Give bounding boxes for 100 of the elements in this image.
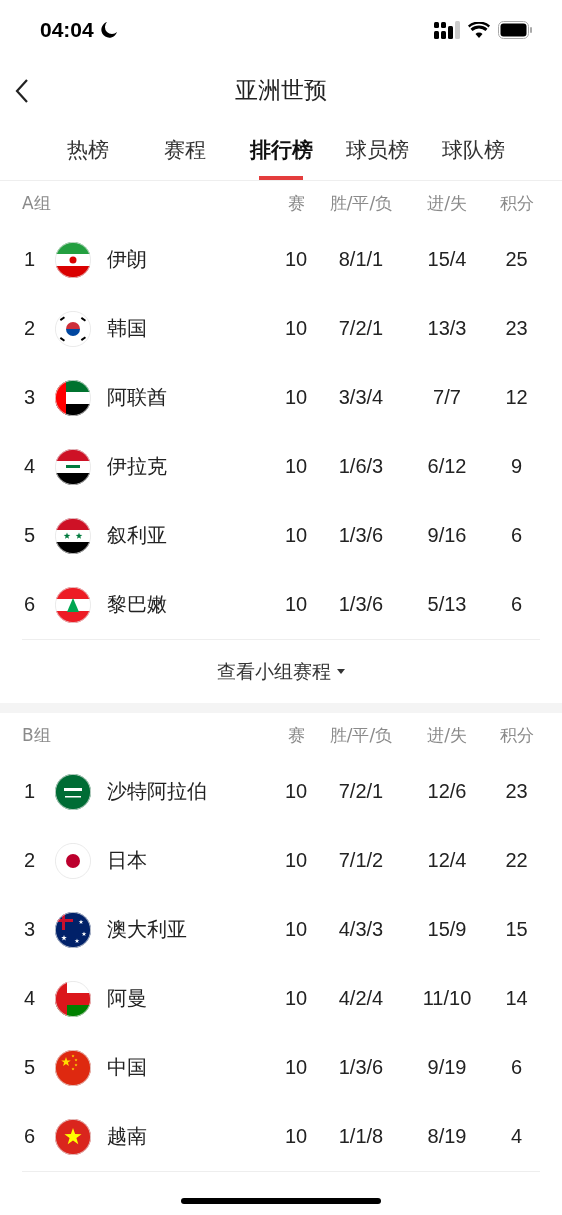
- table-cell-text: 1/1/8: [337, 1125, 385, 1148]
- rank: 4: [23, 455, 37, 478]
- table-cell-text: 12/4: [426, 849, 468, 872]
- table-cell-text: 1/3/6: [337, 1056, 385, 1079]
- table-cell-text: 23: [504, 780, 529, 803]
- rank: 4: [23, 987, 37, 1010]
- team-name: 沙特阿拉伯: [107, 778, 208, 805]
- table-cell-text: 3/3/4: [337, 386, 385, 409]
- table-cell-text: 4/3/3: [337, 918, 385, 941]
- table-cell-text: 10: [283, 386, 309, 409]
- team-name: 中国: [107, 1054, 148, 1081]
- team-name: 伊拉克: [107, 453, 168, 480]
- table-cell-text: 10: [283, 1125, 309, 1148]
- flag-icon: [55, 379, 91, 416]
- column-header: 进/失: [426, 191, 468, 215]
- table-cell-text: 7/2/1: [337, 317, 385, 340]
- rank: 2: [23, 849, 37, 872]
- column-header: 胜/平/负: [328, 191, 394, 215]
- rank: 5: [23, 524, 37, 547]
- table-cell-text: 13/3: [426, 317, 468, 340]
- tab[interactable]: 球队榜: [425, 120, 523, 180]
- flag-icon: [55, 448, 91, 485]
- tab[interactable]: 热榜: [40, 120, 137, 180]
- table-cell-text: 12/6: [426, 780, 468, 803]
- flag-icon: [55, 241, 91, 278]
- rank: 1: [23, 780, 37, 803]
- flag-icon: [55, 773, 91, 810]
- team-name: 日本: [107, 847, 148, 874]
- column-header: 积分: [498, 723, 535, 747]
- page-title: 亚洲世预: [235, 75, 327, 105]
- rank: 3: [23, 918, 37, 941]
- back-icon[interactable]: [14, 78, 30, 104]
- wifi-icon: [468, 22, 490, 38]
- table-cell-text: 8/1/1: [337, 248, 385, 271]
- table-cell-text: 12: [504, 386, 529, 409]
- team-name: 越南: [107, 1123, 148, 1150]
- table-cell-text: 6: [509, 524, 524, 547]
- team-name: 韩国: [107, 315, 148, 342]
- flag-icon: [55, 980, 91, 1017]
- table-cell-text: 15/4: [426, 248, 468, 271]
- table-cell-text: 7/1/2: [337, 849, 385, 872]
- table-cell-text: 4/2/4: [337, 987, 385, 1010]
- table-cell-text: 6: [509, 1056, 524, 1079]
- table-cell-text: 1/6/3: [337, 455, 385, 478]
- table-cell-text: 9/16: [426, 524, 468, 547]
- table-cell-text: 10: [283, 248, 309, 271]
- table-cell-text: 11/10: [421, 987, 473, 1010]
- group-name: A组: [22, 191, 52, 215]
- table-cell-text: 4: [509, 1125, 524, 1148]
- column-header: 进/失: [426, 723, 468, 747]
- flag-icon: [55, 1049, 91, 1086]
- table-cell-text: 10: [283, 1056, 309, 1079]
- team-name: 叙利亚: [107, 522, 168, 549]
- rank: 1: [23, 248, 37, 271]
- flag-icon: [55, 517, 91, 554]
- rank: 6: [23, 593, 37, 616]
- table-cell-text: 5/13: [426, 593, 468, 616]
- table-cell-text: 1/3/6: [337, 593, 385, 616]
- table-cell-text: 10: [283, 593, 309, 616]
- status-time: 04:04: [40, 18, 94, 42]
- table-cell-text: 10: [283, 987, 309, 1010]
- table-cell-text: 6: [509, 593, 524, 616]
- team-name: 阿曼: [107, 985, 148, 1012]
- table-cell-text: 7/7: [432, 386, 462, 409]
- flag-icon: [55, 1118, 91, 1155]
- table-cell-text: 9/19: [426, 1056, 468, 1079]
- table-cell-text: 22: [504, 849, 529, 872]
- table-cell-text: 10: [283, 455, 309, 478]
- table-cell-text: 25: [504, 248, 529, 271]
- rank: 6: [23, 1125, 37, 1148]
- column-header: 积分: [498, 191, 535, 215]
- flag-icon: [55, 310, 91, 347]
- tab[interactable]: 赛程: [136, 120, 233, 180]
- table-cell-text: 10: [283, 317, 309, 340]
- flag-icon: [55, 842, 91, 879]
- team-name: 澳大利亚: [107, 916, 188, 943]
- rank: 5: [23, 1056, 37, 1079]
- battery-icon: [498, 21, 532, 39]
- group-name: B组: [22, 723, 52, 747]
- column-header: 赛: [286, 723, 306, 747]
- table-cell-text: 10: [283, 918, 309, 941]
- tab[interactable]: 排行榜: [232, 120, 330, 180]
- table-cell-text: 1/3/6: [337, 524, 385, 547]
- schedule-link[interactable]: 查看小组赛程: [217, 658, 345, 685]
- column-header: 胜/平/负: [328, 723, 394, 747]
- flag-icon: [55, 911, 91, 948]
- table-cell-text: 15/9: [426, 918, 468, 941]
- table-cell-text: 10: [283, 849, 309, 872]
- flag-icon: [55, 586, 91, 623]
- table-cell-text: 7/2/1: [337, 780, 385, 803]
- table-cell-text: 6/12: [426, 455, 468, 478]
- rank: 2: [23, 317, 37, 340]
- team-name: 阿联酋: [107, 384, 168, 411]
- table-cell-text: 9: [509, 455, 524, 478]
- signal-icon: [434, 21, 460, 39]
- tab[interactable]: 球员榜: [329, 120, 426, 180]
- caret-icon: [337, 669, 345, 674]
- table-cell-text: 23: [504, 317, 529, 340]
- column-header: 赛: [286, 191, 306, 215]
- moon-icon: [99, 21, 118, 39]
